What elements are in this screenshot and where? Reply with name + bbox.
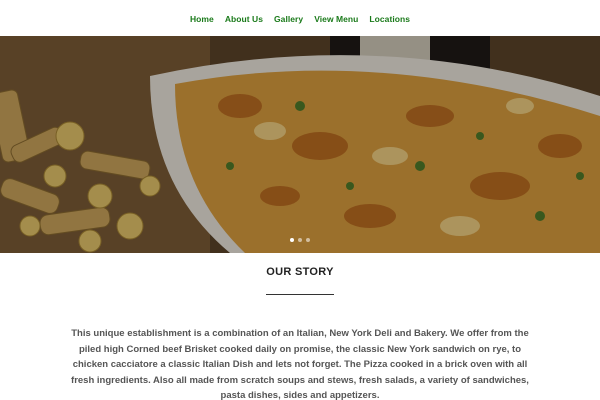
slider-pagination	[0, 238, 600, 244]
hero-overlay	[0, 36, 600, 253]
nav-link-gallery[interactable]: Gallery	[274, 14, 303, 24]
slider-dot-2[interactable]	[298, 238, 302, 242]
section-heading: OUR STORY	[266, 266, 334, 278]
nav-item-locations: Locations	[369, 9, 410, 27]
slider-dot-1[interactable]	[290, 238, 294, 242]
hero-slider[interactable]	[0, 36, 600, 253]
nav-item-home: Home	[190, 9, 214, 27]
our-story-section: OUR STORY This unique establishment is a…	[0, 253, 600, 400]
nav-link-about-us[interactable]: About Us	[225, 14, 263, 24]
nav-item-view-menu: View Menu	[314, 9, 358, 27]
nav-item-gallery: Gallery	[274, 9, 303, 27]
heading-divider	[266, 294, 334, 295]
nav-link-home[interactable]: Home	[190, 14, 214, 24]
nav-link-view-menu[interactable]: View Menu	[314, 14, 358, 24]
nav-list: Home About Us Gallery View Menu Location…	[190, 9, 410, 27]
nav-link-locations[interactable]: Locations	[369, 14, 410, 24]
story-paragraph: This unique establishment is a combinati…	[71, 328, 529, 400]
main-navigation: Home About Us Gallery View Menu Location…	[0, 0, 600, 36]
nav-item-about-us: About Us	[225, 9, 263, 27]
slider-dot-3[interactable]	[306, 238, 310, 242]
